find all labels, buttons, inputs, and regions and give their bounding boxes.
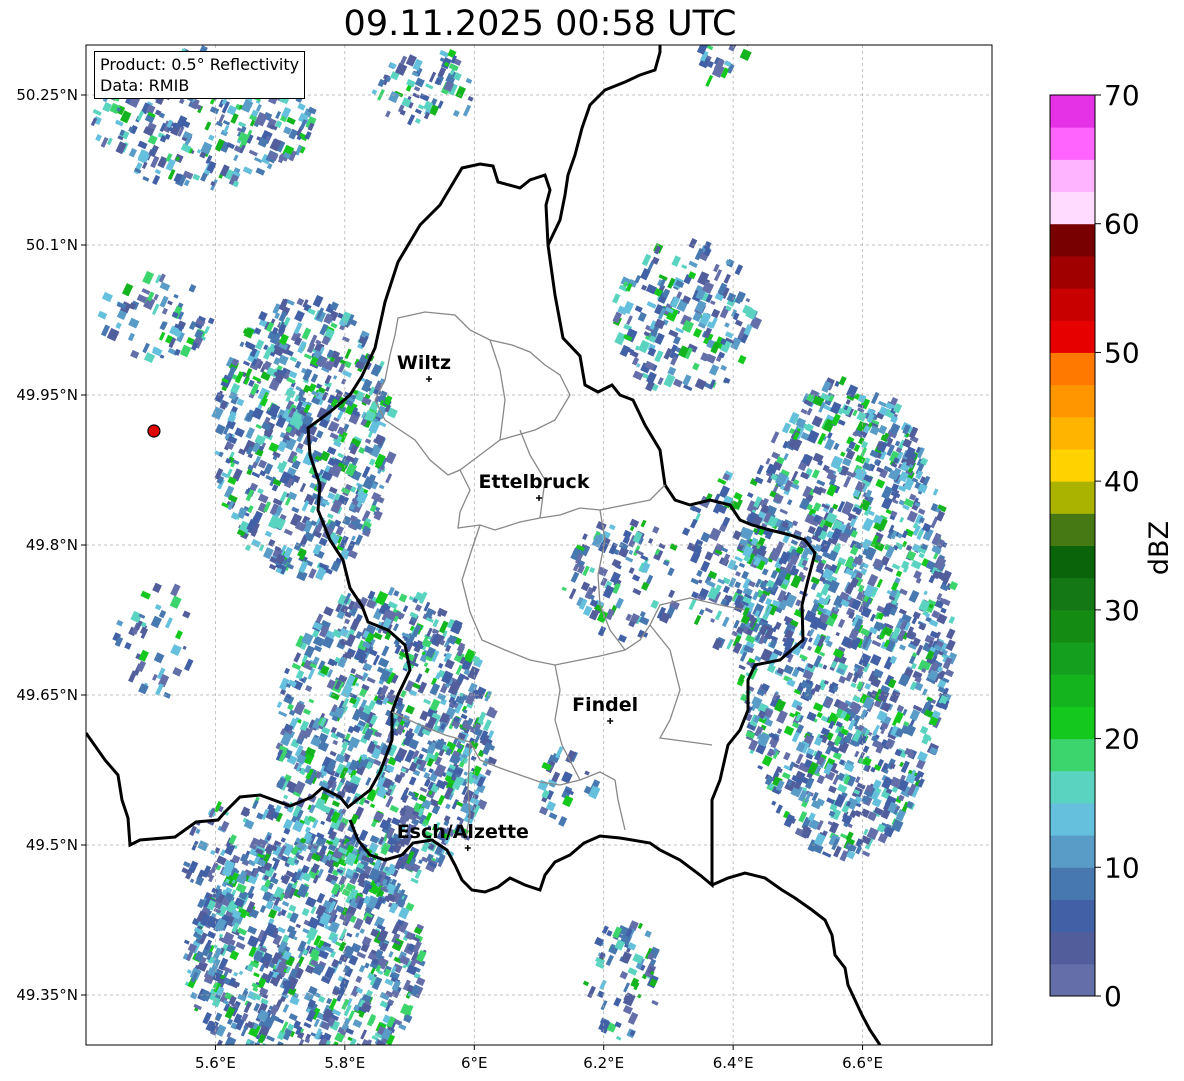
lat-tick-label: 50.1°N <box>26 236 78 254</box>
lon-tick-label: 6°E <box>461 1054 488 1072</box>
city-label: Esch/Alzette <box>397 821 529 843</box>
product-info-box: Product: 0.5° Reflectivity Data: RMIB <box>94 51 306 99</box>
product-label: Product: 0.5° Reflectivity <box>100 55 300 74</box>
city-marker <box>607 718 614 724</box>
lat-tick-label: 49.65°N <box>16 686 78 704</box>
radar-map[interactable]: WiltzEttelbruckFindelEsch/Alzette 5.6°E 5… <box>0 0 1184 1081</box>
radar-site-dot <box>147 424 161 438</box>
lat-tick-label: 49.95°N <box>16 386 78 404</box>
city-label: Findel <box>572 694 638 716</box>
lat-tick-label: 49.8°N <box>26 536 78 554</box>
longitude-ticks: 5.6°E 5.8°E 6°E 6.2°E 6.4°E 6.6°E <box>195 1045 883 1072</box>
city-marker <box>536 495 542 501</box>
city-label: Ettelbruck <box>479 471 590 493</box>
lon-tick-label: 5.8°E <box>324 1054 365 1072</box>
city-label: Wiltz <box>397 352 451 374</box>
city-marker <box>464 845 471 851</box>
radar-site-marker <box>147 424 161 438</box>
lon-tick-label: 6.4°E <box>713 1054 754 1072</box>
city-marker <box>425 376 432 382</box>
country-border <box>711 871 882 1045</box>
lon-tick-label: 6.2°E <box>583 1054 624 1072</box>
canton-border <box>374 311 571 476</box>
latitude-ticks: 50.25°N 50.1°N 49.95°N 49.8°N 49.65°N 49.5°N 4… <box>16 86 86 1004</box>
lon-tick-label: 6.6°E <box>842 1054 883 1072</box>
lon-tick-label: 5.6°E <box>195 1054 236 1072</box>
data-source-label: Data: RMIB <box>100 76 190 95</box>
lat-tick-label: 49.35°N <box>16 986 78 1004</box>
lat-tick-label: 49.5°N <box>26 836 78 854</box>
lat-tick-label: 50.25°N <box>16 86 78 104</box>
